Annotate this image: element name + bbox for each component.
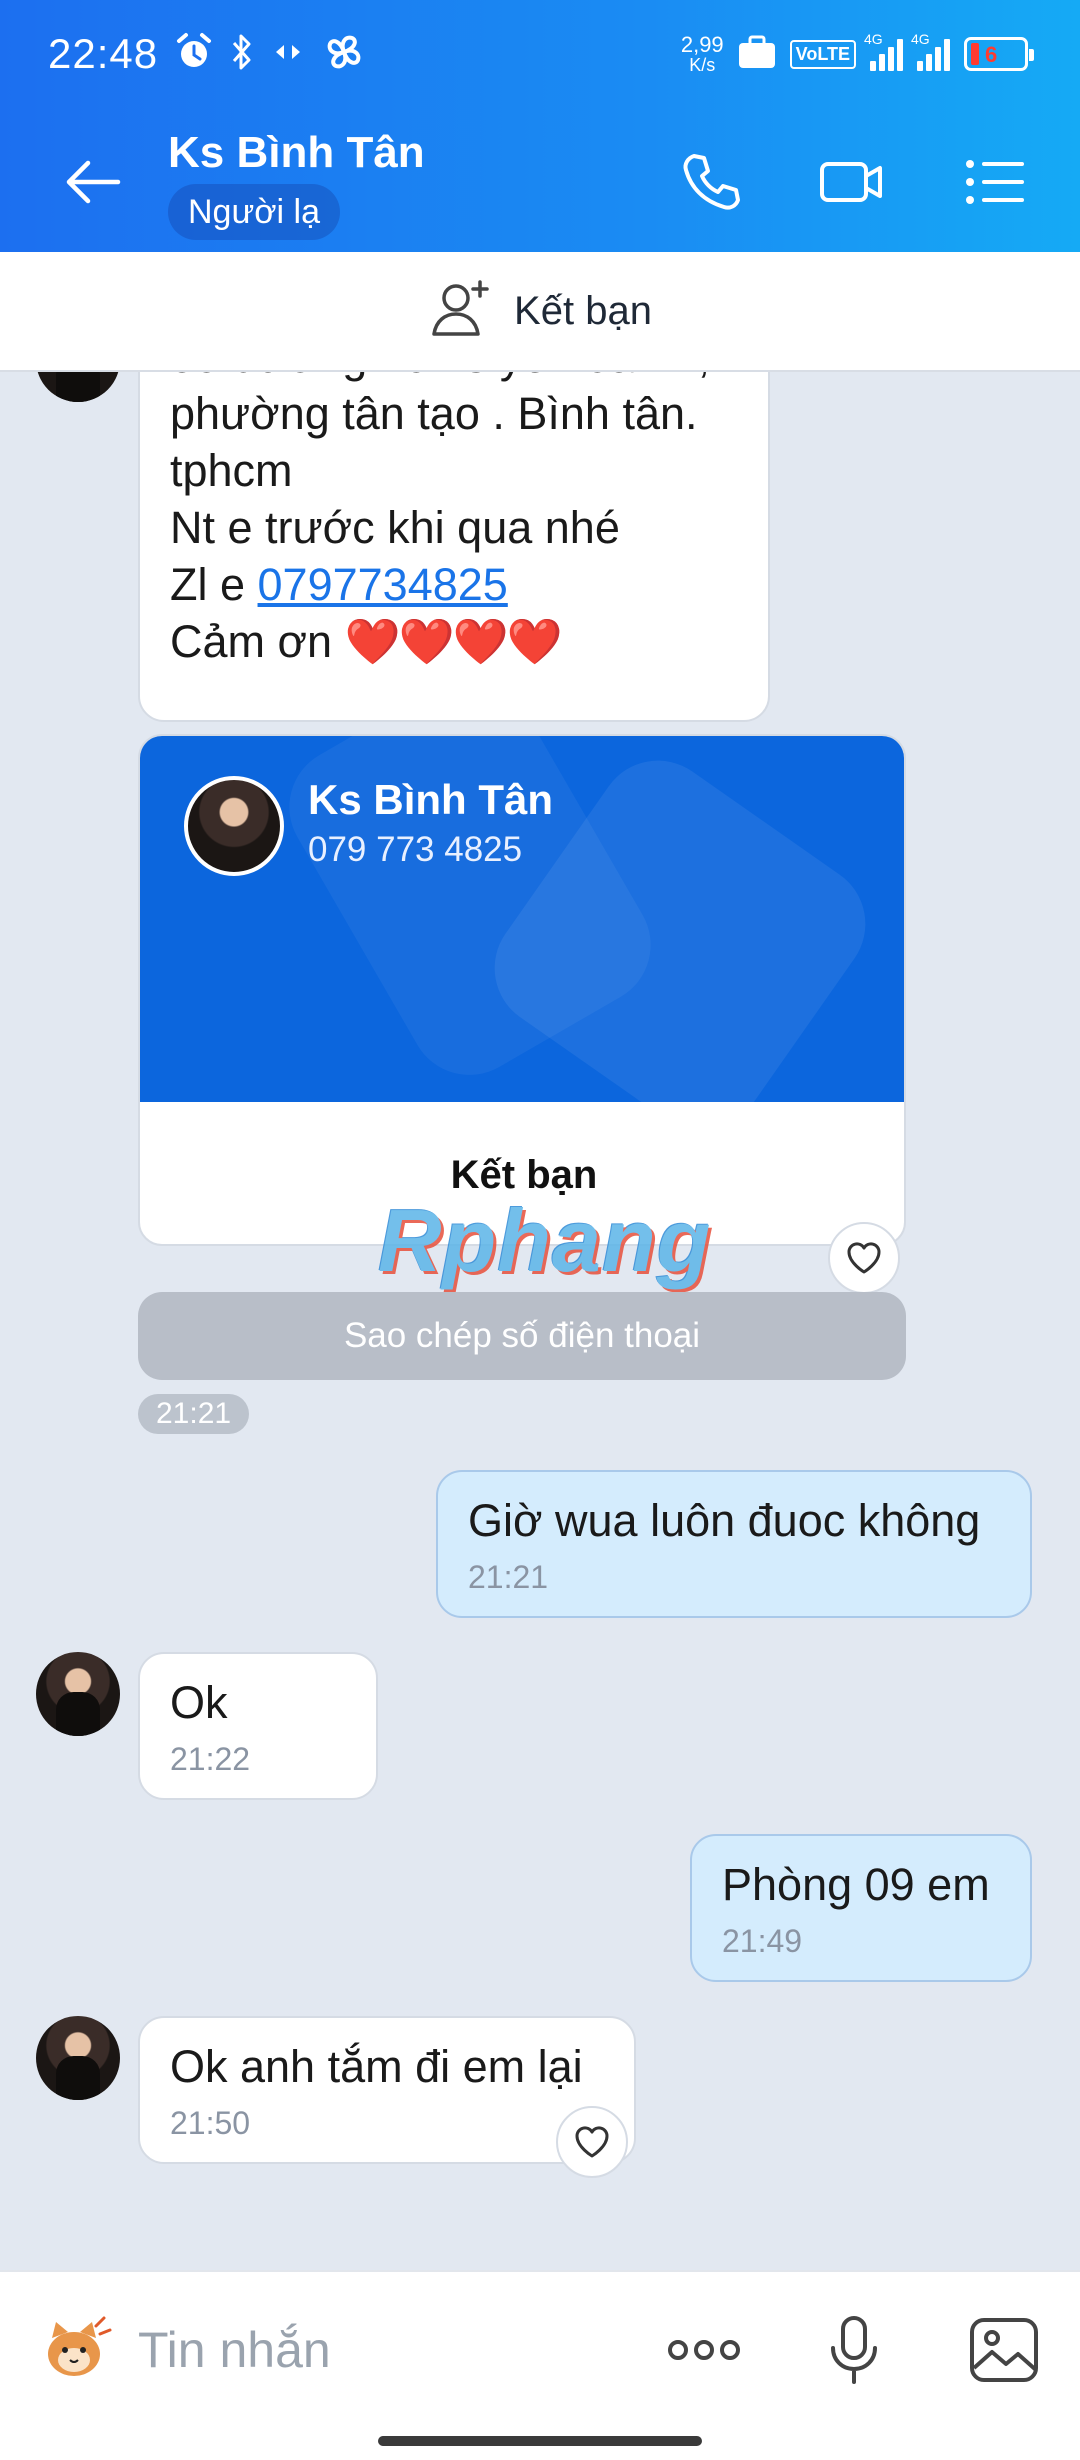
message-text: Zl e: [170, 559, 258, 610]
message-text: Cảm ơn: [170, 616, 345, 667]
phone-number-link[interactable]: 0797734825: [258, 559, 508, 610]
back-arrow-icon[interactable]: [60, 148, 128, 216]
message-time: 21:21: [468, 1559, 549, 1595]
chat-header: Ks Bình Tân Người lạ: [0, 108, 1080, 252]
copy-phone-button[interactable]: Sao chép số điện thoại: [138, 1292, 906, 1380]
time-chip: 21:21: [138, 1394, 250, 1434]
message-text: Phòng 09 em: [722, 1859, 990, 1910]
microphone-icon[interactable]: [812, 2308, 896, 2392]
battery-level: 6: [985, 42, 998, 67]
video-call-icon[interactable]: [818, 148, 886, 216]
status-time: 22:48: [48, 30, 159, 77]
volte-badge: VoLTE: [789, 39, 856, 69]
card-phone-number: 079 773 4825: [308, 830, 523, 869]
message-time: 21:22: [170, 1741, 251, 1777]
net-speed-unit: K/s: [689, 55, 716, 75]
contact-avatar[interactable]: [36, 1652, 120, 1736]
heart-react-icon[interactable]: [556, 2106, 628, 2178]
watermark-logo: Rphang: [378, 1191, 712, 1290]
briefcase-icon: [738, 35, 776, 74]
sticker-icon[interactable]: [34, 2308, 116, 2390]
contact-card[interactable]: Ks Bình Tân 079 773 4825 Kết bạn: [138, 734, 906, 1246]
signal-icon: 4G: [864, 31, 903, 71]
message-line: Zl e 0797734825: [170, 556, 738, 613]
battery-icon: 6: [964, 37, 1034, 71]
message-time: 21:49: [722, 1923, 803, 1959]
card-contact-name: Ks Bình Tân: [308, 776, 554, 823]
fan-icon: [322, 30, 366, 79]
message-line: Cảm ơn ❤️❤️❤️❤️: [170, 613, 738, 670]
message-bubble-mine[interactable]: Phòng 09 em 21:49: [690, 1834, 1032, 1982]
more-dots-icon[interactable]: [662, 2308, 746, 2392]
heart-react-icon[interactable]: [828, 1222, 900, 1294]
message-composer: Tin nhắn: [0, 2270, 1080, 2460]
card-avatar: [184, 776, 284, 876]
top-bar: 22:48 2,99 K/s VoLTE 4G 4G 6 Ks Bình Tân…: [0, 0, 1080, 252]
message-line: phường tân tạo . Bình tân.: [170, 388, 698, 439]
chat-screen: 22:48 2,99 K/s VoLTE 4G 4G 6 Ks Bình Tân…: [0, 0, 1080, 2460]
phone-call-icon[interactable]: [676, 148, 744, 216]
heart-emojis: ❤️❤️❤️❤️: [344, 616, 563, 667]
network-type-1: 4G: [864, 31, 883, 47]
network-type-2: 4G: [911, 31, 930, 47]
net-speed-value: 2,99: [680, 32, 724, 57]
message-bubble[interactable]: Ok 21:22: [138, 1652, 378, 1800]
menu-icon[interactable]: [962, 148, 1030, 216]
image-icon[interactable]: [962, 2308, 1046, 2392]
add-friend-label: Kết bạn: [514, 288, 652, 333]
message-list[interactable]: 59 đường 49 ks yến oanh , phường tân tạo…: [0, 372, 1080, 2270]
contact-avatar[interactable]: [36, 372, 120, 402]
contact-name[interactable]: Ks Bình Tân: [168, 128, 425, 178]
message-text: Ok: [170, 1677, 228, 1728]
message-line: 59 đường 49 ks yến oanh ,: [170, 372, 738, 385]
status-icons-right: 2,99 K/s VoLTE 4G 4G 6: [680, 28, 1034, 80]
alarm-icon: [176, 32, 212, 77]
home-indicator[interactable]: [378, 2436, 702, 2446]
bluetooth-icon: [230, 32, 254, 77]
data-sync-icon: [272, 32, 304, 77]
message-text: Ok anh tắm đi em lại: [170, 2041, 583, 2092]
status-bar: 22:48 2,99 K/s VoLTE 4G 4G 6: [0, 0, 1080, 108]
status-icons-left: [176, 32, 366, 76]
message-bubble-mine[interactable]: Giờ wua luôn đuoc không 21:21: [436, 1470, 1032, 1618]
add-friend-bar[interactable]: Kết bạn: [0, 252, 1080, 372]
contact-avatar[interactable]: [36, 2016, 120, 2100]
message-input[interactable]: Tin nhắn: [138, 2312, 618, 2388]
net-speed: 2,99 K/s: [680, 32, 724, 75]
message-text: Giờ wua luôn đuoc không: [468, 1495, 981, 1546]
message-line: Nt e trước khi qua nhé: [170, 502, 620, 553]
signal-icon-2: 4G: [911, 31, 950, 71]
contact-card-header: Ks Bình Tân 079 773 4825: [140, 736, 904, 1102]
message-line: tphcm: [170, 445, 293, 496]
message-bubble-address[interactable]: 59 đường 49 ks yến oanh , phường tân tạo…: [138, 372, 770, 722]
stranger-badge: Người lạ: [168, 184, 340, 240]
message-time: 21:50: [170, 2105, 251, 2141]
add-user-icon: [428, 276, 494, 347]
